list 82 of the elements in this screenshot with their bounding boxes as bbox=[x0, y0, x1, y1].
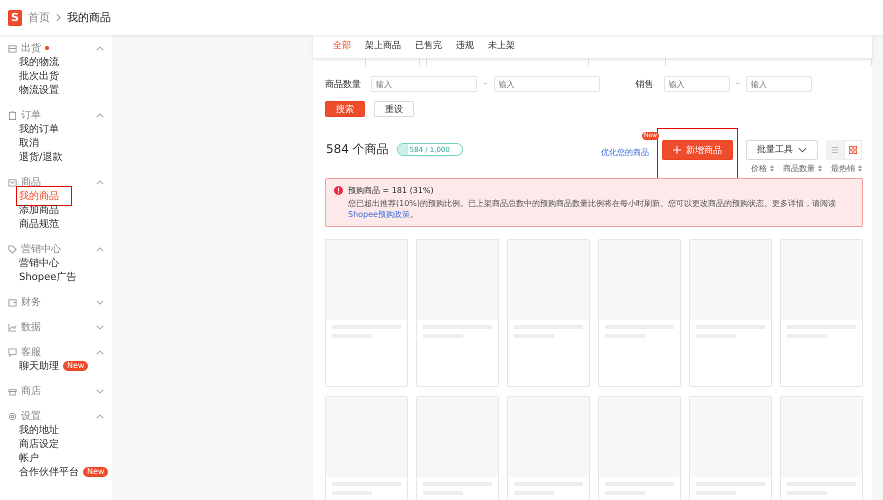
sort-icon[interactable] bbox=[858, 165, 862, 172]
sort-option[interactable]: 最热销 bbox=[831, 163, 855, 174]
breadcrumb-link[interactable]: 首页 bbox=[28, 10, 50, 25]
settings-icon bbox=[8, 412, 17, 420]
menu-section-title[interactable]: 设置 bbox=[21, 409, 41, 423]
bulk-tools-dropdown[interactable]: 批量工具 bbox=[746, 140, 818, 160]
menu-item[interactable]: 添加商品 bbox=[19, 203, 59, 217]
tab[interactable]: 违规 bbox=[456, 35, 474, 58]
plus-icon bbox=[673, 146, 681, 154]
tag-icon bbox=[8, 244, 17, 254]
filter-label: 销售 bbox=[636, 78, 654, 90]
bag-icon bbox=[8, 178, 17, 186]
shop-logo[interactable]: S bbox=[8, 10, 22, 26]
warning-title: 预购商品 = 181 (31%) bbox=[348, 185, 435, 196]
menu-item[interactable]: 合作伙伴平台 bbox=[19, 465, 79, 479]
filter-label: 商品数量 bbox=[325, 78, 362, 90]
chevron-up-icon[interactable] bbox=[96, 414, 104, 418]
menu-item[interactable]: 取消 bbox=[19, 136, 39, 150]
menu-section-title[interactable]: 营销中心 bbox=[21, 242, 61, 256]
chevron-up-icon[interactable] bbox=[96, 180, 104, 184]
add-product-button[interactable]: 新增商品 bbox=[662, 140, 733, 160]
menu-item[interactable]: 营销中心 bbox=[19, 256, 59, 270]
menu-section-title[interactable]: 客服 bbox=[21, 345, 41, 359]
policy-link[interactable]: Shopee预购政策 bbox=[348, 210, 410, 219]
grid-icon bbox=[849, 146, 857, 154]
chevron-up-icon[interactable] bbox=[96, 112, 104, 118]
range-dash: – bbox=[483, 79, 488, 89]
input-field[interactable]: 输入 bbox=[746, 76, 812, 92]
wallet-icon bbox=[8, 298, 17, 306]
new-badge: New bbox=[63, 361, 88, 371]
sort-icon[interactable] bbox=[818, 165, 822, 172]
menu-section-title[interactable]: 出货 bbox=[21, 41, 41, 55]
menu-section-title[interactable]: 订单 bbox=[21, 108, 41, 122]
shop-icon bbox=[8, 386, 17, 396]
menu-item[interactable]: 我的地址 bbox=[19, 423, 59, 437]
tab[interactable]: 架上商品 bbox=[365, 35, 401, 58]
menu-section-title[interactable]: 商店 bbox=[21, 384, 41, 398]
reset-button[interactable]: 重设 bbox=[374, 101, 414, 117]
sort-option[interactable]: 商品数量 bbox=[783, 163, 815, 174]
range-dash: – bbox=[736, 79, 740, 89]
menu-item[interactable]: 物流设置 bbox=[19, 83, 59, 97]
tab[interactable]: 已售完 bbox=[415, 35, 442, 58]
menu-item[interactable]: 我的物流 bbox=[19, 55, 59, 69]
chevron-down-icon[interactable] bbox=[96, 388, 104, 394]
chevron-up-icon[interactable] bbox=[96, 246, 104, 252]
menu-section-title[interactable]: 数据 bbox=[21, 320, 41, 334]
menu-item[interactable]: 批次出货 bbox=[19, 69, 59, 83]
menu-item[interactable]: 商品规范 bbox=[19, 217, 59, 231]
chevron-down-icon[interactable] bbox=[96, 300, 104, 304]
menu-item[interactable]: 帐户 bbox=[19, 451, 39, 465]
input-field[interactable]: 输入 bbox=[371, 76, 477, 92]
menu-item[interactable]: 退货/退款 bbox=[19, 150, 62, 164]
optimize-link[interactable]: 优化您的商品 bbox=[601, 148, 649, 157]
chevron-right-icon bbox=[56, 13, 61, 22]
new-badge: New bbox=[83, 467, 108, 477]
menu-item[interactable]: 我的商品 bbox=[19, 189, 69, 203]
warning-icon bbox=[334, 186, 343, 195]
product-count: 584 个商品 bbox=[326, 141, 389, 158]
list-icon bbox=[831, 146, 839, 154]
chevron-up-icon[interactable] bbox=[96, 46, 104, 50]
box-icon bbox=[8, 44, 17, 52]
search-button[interactable]: 搜索 bbox=[325, 101, 365, 117]
caret-icon bbox=[798, 146, 807, 152]
clipboard-icon bbox=[8, 110, 17, 120]
grid-view-button[interactable] bbox=[844, 140, 862, 160]
sort-icon[interactable] bbox=[770, 165, 774, 172]
sort-option[interactable]: 价格 bbox=[751, 163, 767, 174]
menu-item[interactable]: 我的订单 bbox=[19, 122, 59, 136]
menu-section-title[interactable]: 商品 bbox=[21, 175, 41, 189]
menu-section-title[interactable]: 财务 bbox=[21, 295, 41, 309]
menu-item[interactable]: Shopee广告 bbox=[19, 270, 76, 284]
menu-item[interactable]: 商店设定 bbox=[19, 437, 59, 451]
warning-text: 您已超出推荐(10%)的预购比例。已上架商品总数中的预购商品数量比例将在每小时刷新。您可以更改商品的预购状态。更多详情，请阅读 Shopee预购政策。 bbox=[348, 198, 838, 220]
chevron-up-icon[interactable] bbox=[96, 350, 104, 354]
tab[interactable]: 未上架 bbox=[488, 35, 515, 58]
input-field[interactable]: 输入 bbox=[664, 76, 730, 92]
chevron-down-icon[interactable] bbox=[96, 324, 104, 330]
tab[interactable]: 全部 bbox=[333, 35, 351, 58]
chat-icon bbox=[8, 348, 17, 356]
chart-icon bbox=[8, 322, 17, 332]
input-field[interactable]: 输入 bbox=[494, 76, 600, 92]
menu-item[interactable]: 聊天助理 bbox=[19, 359, 59, 373]
